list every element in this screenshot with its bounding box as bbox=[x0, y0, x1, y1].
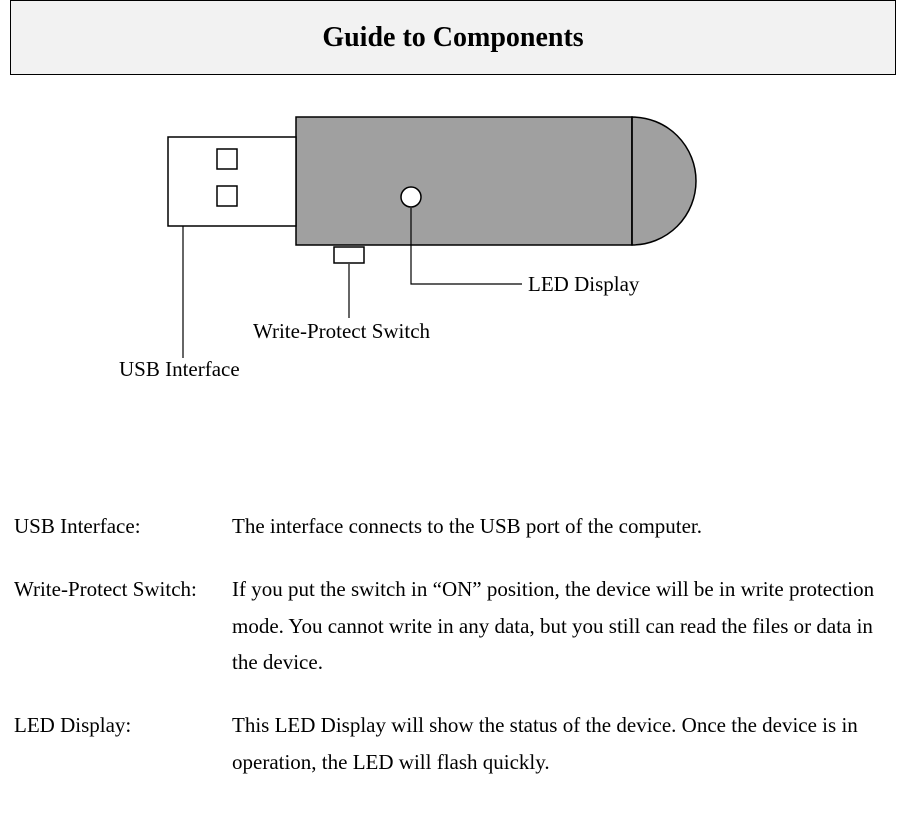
write-protect-switch bbox=[334, 247, 364, 263]
usb-pin-top bbox=[217, 149, 237, 169]
led-indicator bbox=[401, 187, 421, 207]
definition-term: LED Display: bbox=[14, 707, 232, 781]
definition-text: The interface connects to the USB port o… bbox=[232, 508, 892, 545]
definition-text: This LED Display will show the status of… bbox=[232, 707, 892, 781]
label-led: LED Display bbox=[528, 272, 639, 297]
device-body bbox=[296, 117, 632, 245]
definition-row: USB Interface: The interface connects to… bbox=[14, 508, 892, 545]
device-tip bbox=[632, 117, 696, 245]
label-usb: USB Interface bbox=[119, 357, 240, 382]
definitions: USB Interface: The interface connects to… bbox=[14, 508, 892, 807]
usb-pin-bottom bbox=[217, 186, 237, 206]
definition-term: Write-Protect Switch: bbox=[14, 571, 232, 681]
definition-row: LED Display: This LED Display will show … bbox=[14, 707, 892, 781]
page: Guide to Components LED Display Write-Pr… bbox=[0, 0, 906, 826]
definition-row: Write-Protect Switch: If you put the swi… bbox=[14, 571, 892, 681]
label-wps: Write-Protect Switch bbox=[253, 319, 430, 344]
definition-text: If you put the switch in “ON” position, … bbox=[232, 571, 892, 681]
definition-term: USB Interface: bbox=[14, 508, 232, 545]
